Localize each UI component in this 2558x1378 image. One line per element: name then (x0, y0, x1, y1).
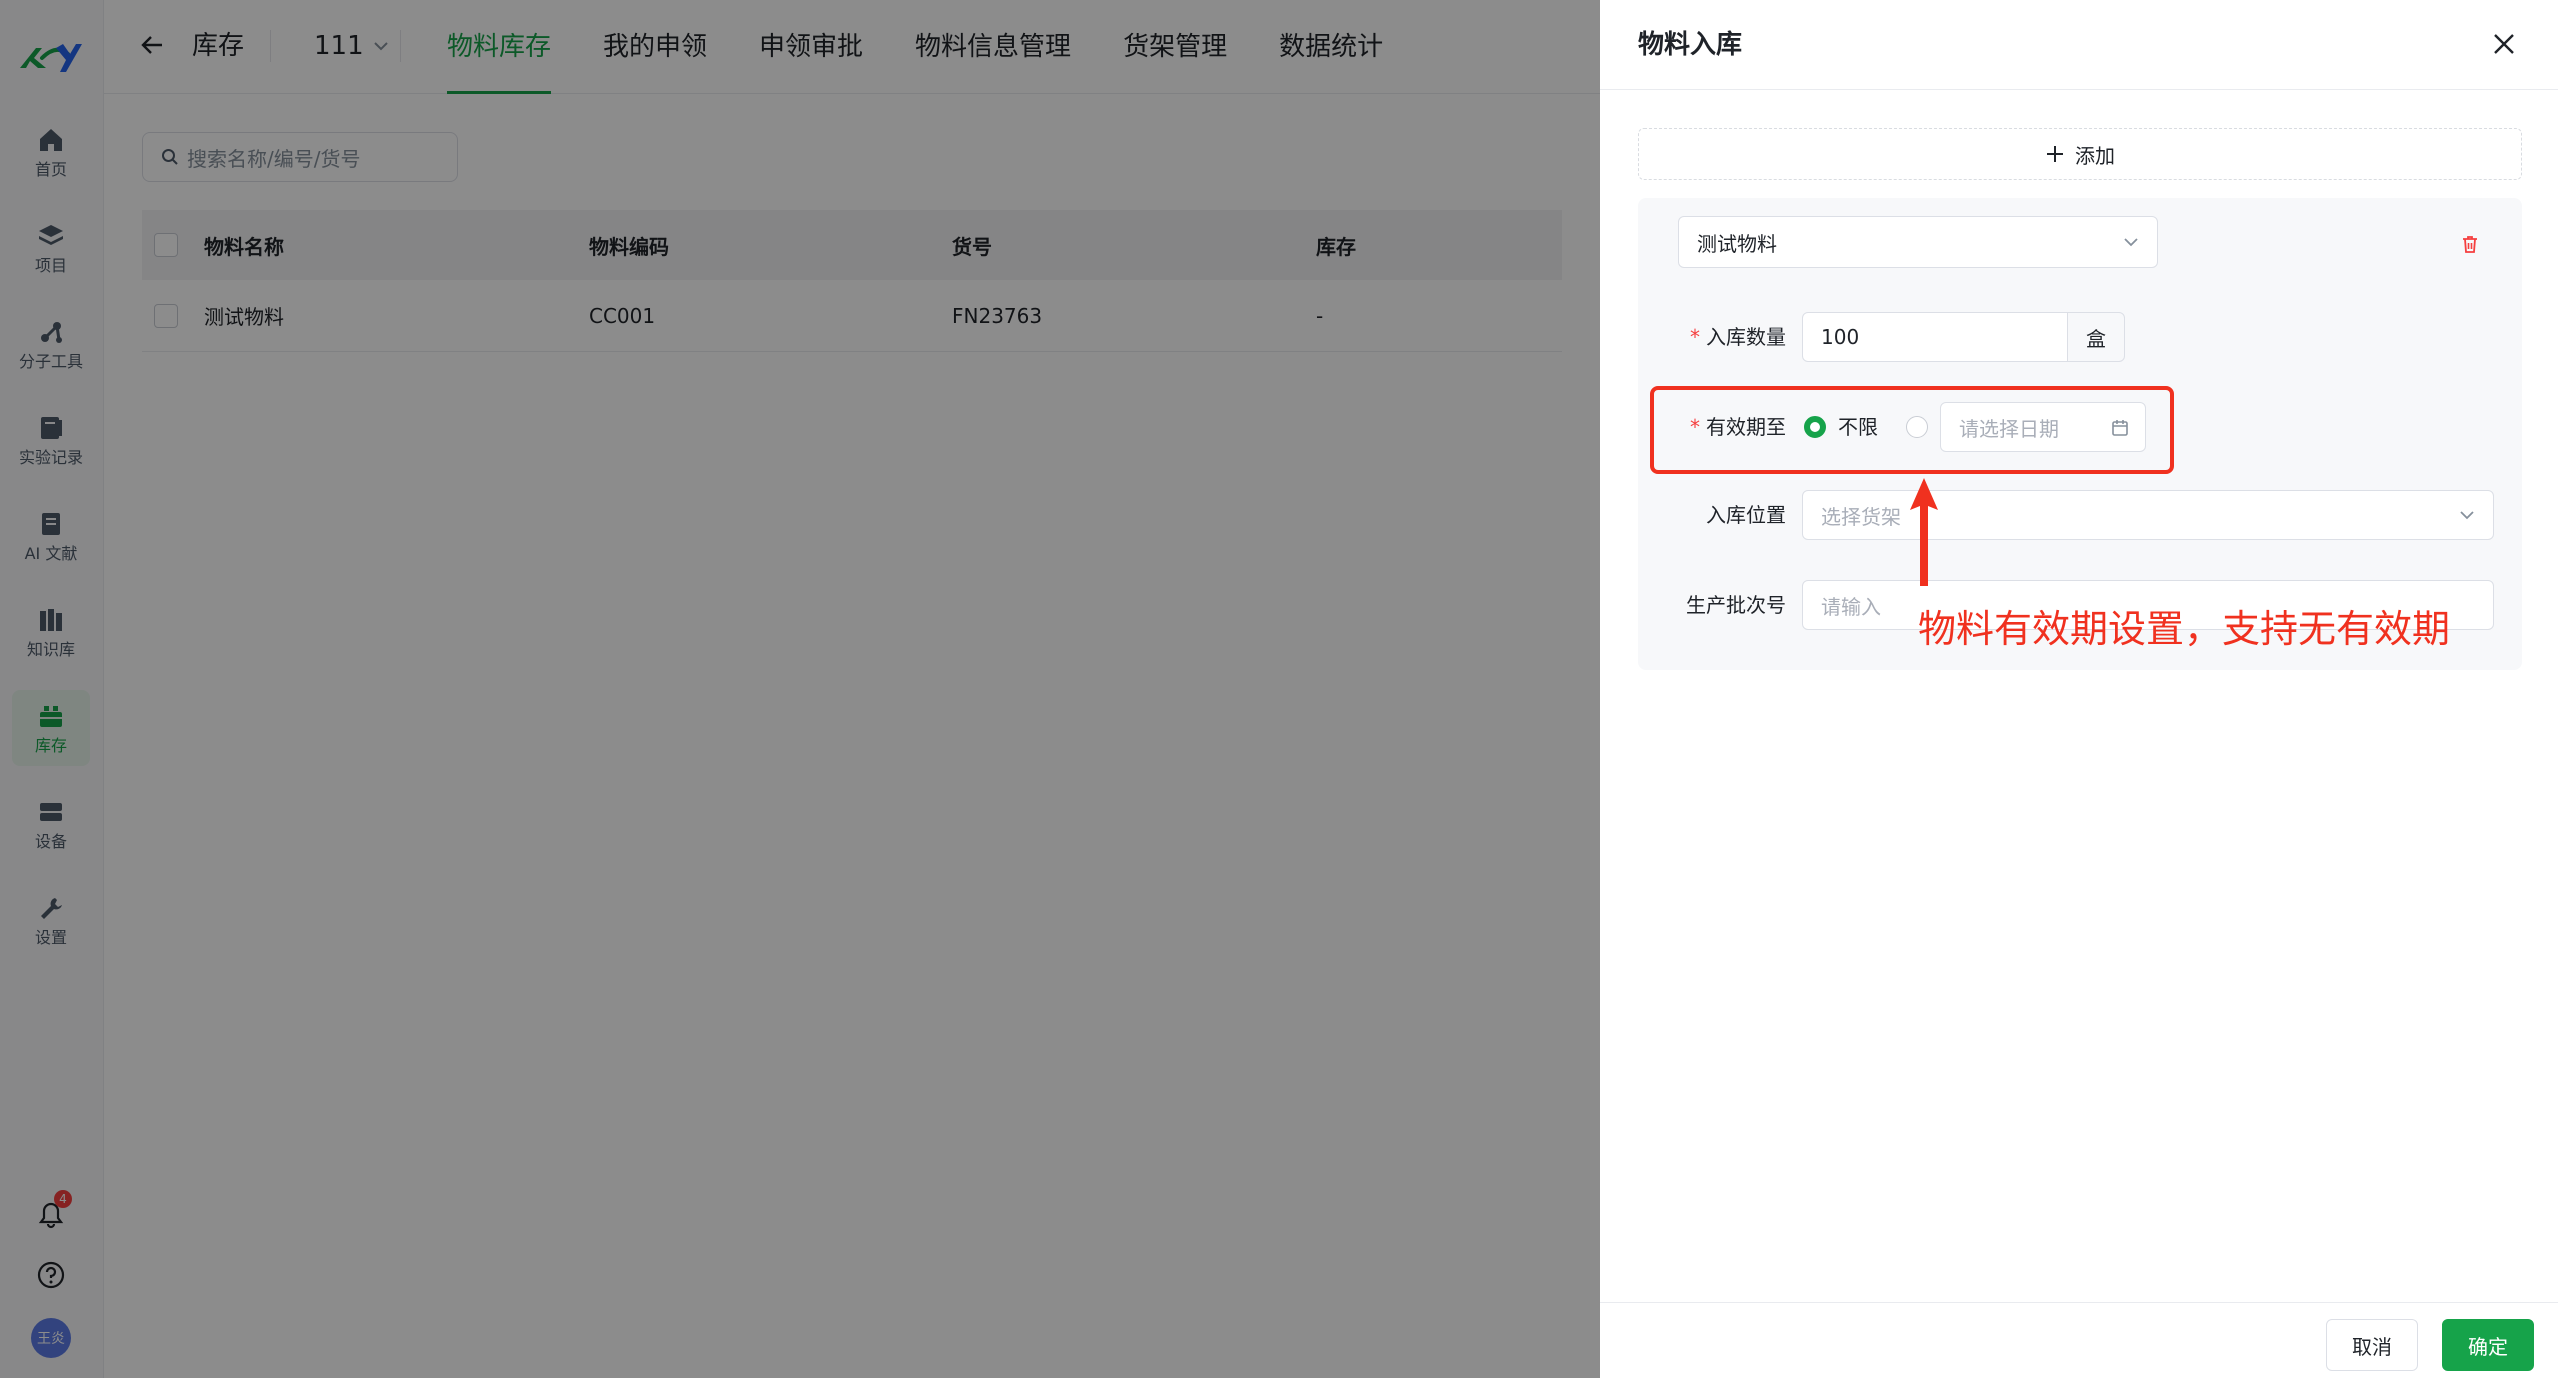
modal-overlay[interactable] (0, 0, 1600, 1378)
annotation-text: 物料有效期设置，支持无有效期 (1918, 607, 2451, 651)
cancel-button[interactable]: 取消 (2326, 1319, 2418, 1371)
plus-icon (2047, 146, 2063, 162)
location-row: 入库位置 选择货架 (1638, 490, 2522, 540)
stock-in-drawer: 物料入库 添加 测试物料 * 入库数量 100 盒 * 有效期至 不限 请选择日… (1600, 0, 2558, 1378)
material-select-value: 测试物料 (1697, 231, 1777, 256)
confirm-button[interactable]: 确定 (2442, 1319, 2534, 1371)
quantity-value: 100 (1821, 325, 1860, 349)
location-placeholder: 选择货架 (1821, 504, 1901, 529)
add-label: 添加 (2075, 143, 2115, 168)
batch-label: 生产批次号 (1686, 593, 1786, 617)
quantity-label: * 入库数量 (1690, 325, 1786, 349)
chevron-down-icon (2124, 238, 2138, 247)
drawer-title: 物料入库 (1638, 30, 1743, 60)
add-material-button[interactable]: 添加 (1638, 128, 2522, 180)
batch-placeholder: 请输入 (1821, 594, 1881, 619)
annotation-arrow-icon (1910, 478, 1938, 586)
drawer-header: 物料入库 (1600, 0, 2558, 90)
quantity-input[interactable]: 100 (1802, 312, 2068, 362)
location-label: 入库位置 (1706, 503, 1786, 527)
annotation-highlight-box (1650, 386, 2174, 474)
drawer-footer: 取消 确定 (1600, 1302, 2558, 1378)
material-select[interactable]: 测试物料 (1678, 216, 2158, 268)
chevron-down-icon (2460, 511, 2474, 520)
quantity-unit: 盒 (2067, 312, 2125, 362)
delete-icon[interactable] (2456, 230, 2484, 258)
close-icon[interactable] (2488, 28, 2520, 60)
quantity-row: * 入库数量 100 盒 (1638, 312, 2522, 362)
